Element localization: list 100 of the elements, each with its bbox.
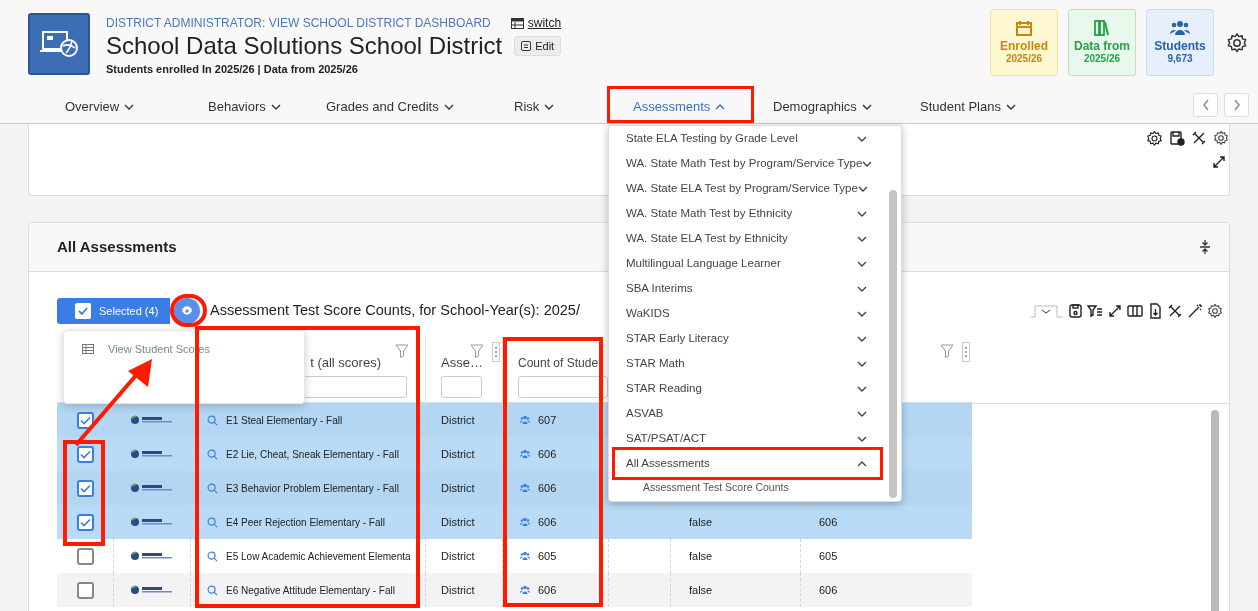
search-icon[interactable] [207,550,218,562]
tools-icon[interactable] [1191,130,1207,146]
table-cell-text: false [689,548,713,564]
nav-tab[interactable]: Demographics [773,97,872,117]
scrollbar[interactable] [889,190,897,498]
assessment-name[interactable]: E4 Peer Rejection Elementary - Fall [226,514,385,530]
stat-card[interactable]: Students 9,673 [1146,9,1214,76]
filter-icon[interactable] [940,344,954,358]
menu-item[interactable]: WaKIDS [617,301,879,326]
column-header[interactable]: t (all scores) [310,353,381,373]
student-count[interactable]: 606 [538,479,557,497]
assessment-name[interactable]: E5 Low Academic Achievement Elementa [226,548,411,564]
check-icon [79,415,91,425]
menu-item[interactable]: ASVAB [617,401,879,426]
stat-value: 2025/26 [1083,53,1121,65]
collapse-icon[interactable] [1199,239,1211,255]
check-icon [79,449,91,459]
table-cell-text: District [441,582,475,598]
save-settings-icon[interactable] [1169,130,1185,146]
column-header[interactable]: Count of Stude [518,354,599,372]
row-checkbox[interactable] [76,513,94,531]
menu-item[interactable]: WA. State Math Test by Ethnicity [617,201,879,226]
table-cell-text: District [441,548,475,564]
row-checkbox[interactable] [76,547,94,565]
menu-item[interactable]: State ELA Testing by Grade Level [617,126,879,151]
tools-icon[interactable] [1167,303,1183,319]
scroll-left-button[interactable] [1193,93,1218,117]
row-checkbox[interactable] [76,581,94,599]
scroll-right-button[interactable] [1224,93,1249,117]
student-count[interactable]: 606 [538,445,557,463]
assessment-name[interactable]: E1 Steal Elementary - Fall [226,412,343,428]
edit-button[interactable]: Edit [514,36,562,56]
row-checkbox[interactable] [76,479,94,497]
chevron-icon [857,210,867,217]
switch-link[interactable]: switch [527,14,562,32]
search-icon[interactable] [207,414,218,426]
student-count[interactable]: 605 [538,547,557,565]
search-icon[interactable] [207,584,218,596]
nav-tab[interactable]: Grades and Credits [326,97,454,117]
nav-tab[interactable]: Assessments [633,97,726,117]
table-row[interactable]: E4 Peer Rejection Elementary - Fall District 606 false 606 [57,505,972,539]
assessment-name[interactable]: E3 Behavior Problem Elementary - Fall [226,480,399,496]
gear-icon[interactable] [1213,130,1229,146]
column-menu-icon[interactable] [962,342,970,362]
gear-icon[interactable] [1207,303,1223,319]
menu-item[interactable]: WA. State ELA Test by Program/Service Type [617,176,879,201]
nav-tab[interactable]: Risk [514,97,555,117]
search-icon[interactable] [207,516,218,528]
edit-icon [521,41,532,51]
chevron-left-icon [1201,99,1210,111]
filter-list-icon[interactable] [1087,303,1103,319]
settings-icon[interactable] [1226,32,1248,54]
column-filter-field[interactable] [518,376,608,398]
row-checkbox[interactable] [76,445,94,463]
menu-item[interactable]: STAR Math [617,351,879,376]
row-checkbox[interactable] [76,411,94,429]
menu-item[interactable]: Multilingual Language Learner [617,251,879,276]
column-filter-field[interactable] [441,376,482,398]
student-count[interactable]: 607 [538,411,557,429]
student-count[interactable]: 606 [538,581,557,599]
selected-rows-button[interactable]: Selected (4) [57,298,170,324]
menu-item[interactable]: STAR Reading [617,376,879,401]
assessment-name[interactable]: E2 Lie, Cheat, Sneak Elementary - Fall [226,446,399,462]
column-header[interactable]: Asse… [441,353,483,373]
menu-item[interactable]: WA. State ELA Test by Ethnicity [617,226,879,251]
submenu-item[interactable]: Assessment Test Score Counts [609,476,901,500]
chevron-icon [1005,103,1016,110]
student-count[interactable]: 606 [538,513,557,531]
menu-item[interactable]: WA. State Math Test by Program/Service Type [617,151,879,176]
chevron-icon [857,435,867,442]
nav-tab[interactable]: Overview [65,97,135,117]
chevron-icon [862,160,873,167]
nav-tab[interactable]: Student Plans [920,97,1016,117]
menu-item[interactable]: SBA Interims [617,276,879,301]
columns-icon[interactable] [1127,303,1143,319]
filter-icon[interactable] [470,344,484,358]
settings-icon[interactable] [1146,130,1163,147]
chevron-icon [857,460,867,467]
save-icon[interactable] [1067,303,1083,319]
role-link[interactable]: DISTRICT ADMINISTRATOR: VIEW SCHOOL DISTRICT DASHBOARD [106,14,491,32]
search-icon[interactable] [207,448,218,460]
district-logo-icon [130,517,174,527]
nav-tab[interactable]: Behaviors [208,97,281,117]
filter-icon[interactable] [395,344,409,358]
export-icon[interactable] [1147,303,1163,319]
students-icon [520,517,530,527]
magic-wand-icon[interactable] [1187,303,1203,319]
search-icon[interactable] [207,482,218,494]
table-row[interactable]: E6 Negative Attitude Elementary - Fall District 606 false 606 [57,573,972,607]
scrollbar[interactable] [1211,410,1219,611]
expand-icon[interactable] [1211,154,1227,170]
expand-icon[interactable] [1107,303,1123,319]
menu-item[interactable]: STAR Early Literacy [617,326,879,351]
students-icon [520,483,530,493]
chevron-icon [443,103,454,110]
check-icon [79,483,91,493]
table-cell-text: District [441,480,475,496]
district-logo-icon [130,483,174,493]
column-menu-icon[interactable] [492,342,500,362]
assessment-name[interactable]: E6 Negative Attitude Elementary - Fall [226,582,395,598]
